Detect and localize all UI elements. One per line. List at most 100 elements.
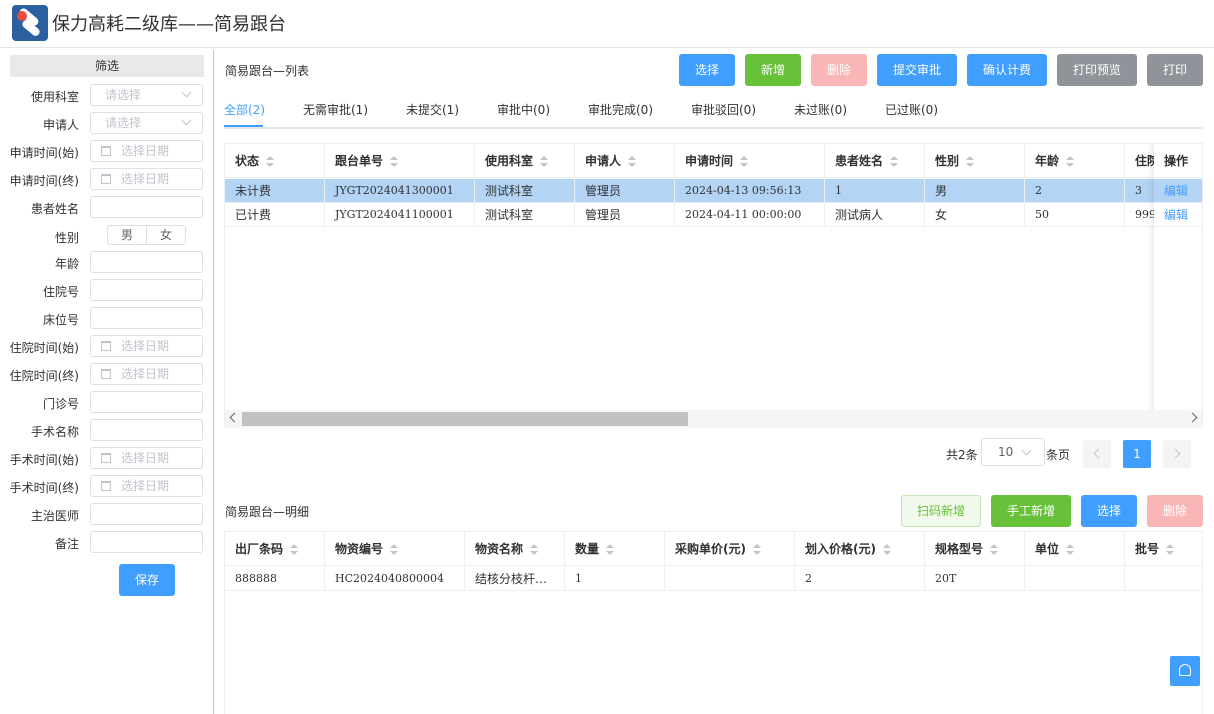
col-header-applicant[interactable]: 申请人 <box>575 144 675 178</box>
doctor-input[interactable] <box>90 503 203 525</box>
cell-no: JYGT2024041300001 <box>325 179 475 203</box>
sort-icon[interactable] <box>389 155 399 168</box>
filter-row-surgery-end: 手术时间(终) 选择日期 <box>0 475 214 497</box>
col-header-purchase[interactable]: 采购单价(元) <box>665 532 795 566</box>
notification-bell-button[interactable] <box>1170 656 1200 686</box>
scroll-right-icon[interactable] <box>1187 412 1198 423</box>
calendar-icon <box>101 481 111 491</box>
col-header-batch[interactable]: 批号 <box>1125 532 1202 566</box>
sort-icon[interactable] <box>889 155 899 168</box>
filter-row-admit-start: 住院时间(始) 选择日期 <box>0 335 214 357</box>
col-header-unit[interactable]: 单位 <box>1025 532 1125 566</box>
sort-icon[interactable] <box>752 543 762 556</box>
sort-icon[interactable] <box>739 155 749 168</box>
cell-status: 未计费 <box>225 179 325 203</box>
tab-in-approval[interactable]: 审批中(0) <box>497 101 550 118</box>
detail-select-button[interactable]: 选择 <box>1081 495 1137 527</box>
applicant-select[interactable]: 请选择 <box>90 112 203 134</box>
filter-label: 手术时间(终) <box>9 481 79 495</box>
col-header-barcode[interactable]: 出厂条码 <box>225 532 325 566</box>
sort-icon[interactable] <box>1065 155 1075 168</box>
col-header-code[interactable]: 物资编号 <box>325 532 465 566</box>
col-header-age[interactable]: 年龄 <box>1025 144 1125 178</box>
next-page-button[interactable] <box>1163 440 1191 468</box>
col-header-price[interactable]: 划入价格(元) <box>795 532 925 566</box>
admit-start-date-input[interactable]: 选择日期 <box>90 335 203 357</box>
tab-posted[interactable]: 已过账(0) <box>885 101 938 118</box>
tab-not-posted[interactable]: 未过账(0) <box>794 101 847 118</box>
col-header-spec[interactable]: 规格型号 <box>925 532 1025 566</box>
tab-all[interactable]: 全部(2) <box>224 101 265 118</box>
select-button[interactable]: 选择 <box>679 54 735 86</box>
apply-end-date-input[interactable]: 选择日期 <box>90 168 203 190</box>
outpatient-no-input[interactable] <box>90 391 203 413</box>
sort-icon[interactable] <box>989 543 999 556</box>
sort-icon[interactable] <box>882 543 892 556</box>
col-header-label: 状态 <box>235 154 260 168</box>
col-header-name[interactable]: 物资名称 <box>465 532 565 566</box>
dept-select[interactable]: 请选择 <box>90 84 203 106</box>
apply-start-date-input[interactable]: 选择日期 <box>90 140 203 162</box>
page-number-button[interactable]: 1 <box>1123 440 1151 468</box>
col-header-sex[interactable]: 性别 <box>925 144 1025 178</box>
page-size-select[interactable]: 10 <box>981 438 1045 466</box>
print-preview-button[interactable]: 打印预览 <box>1057 54 1137 86</box>
col-header-label: 批号 <box>1135 542 1160 556</box>
bed-no-input[interactable] <box>90 307 203 329</box>
edit-link[interactable]: 编辑 <box>1154 203 1202 227</box>
sort-icon[interactable] <box>529 543 539 556</box>
horizontal-scrollbar[interactable] <box>225 410 1202 428</box>
print-button[interactable]: 打印 <box>1147 54 1203 86</box>
sort-icon[interactable] <box>389 543 399 556</box>
delete-button[interactable]: 删除 <box>811 54 867 86</box>
detail-delete-button[interactable]: 删除 <box>1147 495 1203 527</box>
surgery-start-date-input[interactable]: 选择日期 <box>90 447 203 469</box>
scroll-left-icon[interactable] <box>229 412 240 423</box>
manual-add-button[interactable]: 手工新增 <box>991 495 1071 527</box>
prev-page-button[interactable] <box>1083 440 1111 468</box>
scrollbar-thumb[interactable] <box>242 412 688 426</box>
sex-male-option[interactable]: 男 <box>108 226 147 244</box>
admit-end-date-input[interactable]: 选择日期 <box>90 363 203 385</box>
save-button[interactable]: 保存 <box>119 564 175 596</box>
sort-icon[interactable] <box>1065 543 1075 556</box>
sort-icon[interactable] <box>627 155 637 168</box>
edit-link[interactable]: 编辑 <box>1154 179 1202 203</box>
sort-icon[interactable] <box>1165 543 1175 556</box>
sort-icon[interactable] <box>965 155 975 168</box>
col-header-time[interactable]: 申请时间 <box>675 144 825 178</box>
col-header-dept[interactable]: 使用科室 <box>475 144 575 178</box>
submit-approval-button[interactable]: 提交审批 <box>877 54 957 86</box>
remark-input[interactable] <box>90 531 203 553</box>
tab-no-approval[interactable]: 无需审批(1) <box>303 101 368 118</box>
cell-no: JYGT2024041100001 <box>325 203 475 227</box>
scan-add-button[interactable]: 扫码新增 <box>901 495 981 527</box>
filter-row-admit-end: 住院时间(终) 选择日期 <box>0 363 214 385</box>
col-header-label: 患者姓名 <box>835 154 884 168</box>
cell-code: HC2024040800004 <box>325 567 465 591</box>
cell-dept: 测试科室 <box>475 203 575 227</box>
col-header-no[interactable]: 跟台单号 <box>325 144 475 178</box>
col-header-patient[interactable]: 患者姓名 <box>825 144 925 178</box>
sort-icon[interactable] <box>265 155 275 168</box>
add-button[interactable]: 新增 <box>745 54 801 86</box>
tab-not-submitted[interactable]: 未提交(1) <box>406 101 459 118</box>
sort-icon[interactable] <box>289 543 299 556</box>
inpatient-no-input[interactable] <box>90 279 203 301</box>
col-header-qty[interactable]: 数量 <box>565 532 665 566</box>
filter-label: 申请时间(终) <box>9 174 79 188</box>
cell-patient: 1 <box>825 179 925 203</box>
cell-name: 结核分枝杆… <box>465 567 565 591</box>
tab-approved[interactable]: 审批完成(0) <box>588 101 653 118</box>
sex-female-option[interactable]: 女 <box>147 226 185 244</box>
surgery-end-date-input[interactable]: 选择日期 <box>90 475 203 497</box>
age-input[interactable] <box>90 251 203 273</box>
patient-name-input[interactable] <box>90 196 203 218</box>
sort-icon[interactable] <box>539 155 549 168</box>
tab-rejected[interactable]: 审批驳回(0) <box>691 101 756 118</box>
sort-icon[interactable] <box>605 543 615 556</box>
col-header-status[interactable]: 状态 <box>225 144 325 178</box>
confirm-billing-button[interactable]: 确认计费 <box>967 54 1047 86</box>
cell-batch <box>1125 567 1202 591</box>
surgery-name-input[interactable] <box>90 419 203 441</box>
